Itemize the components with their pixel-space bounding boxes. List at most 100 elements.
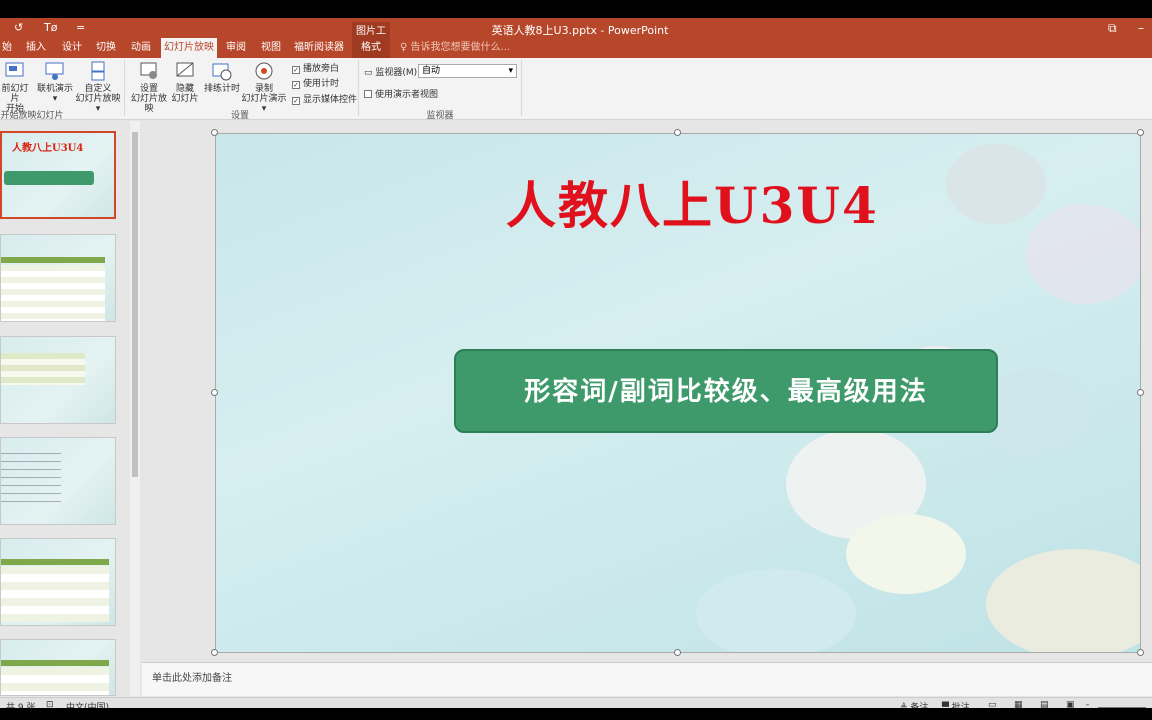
tab-format[interactable]: 格式: [352, 38, 390, 58]
minimize-icon[interactable]: –: [1138, 21, 1144, 35]
use-timings-label: 使用计时: [303, 79, 340, 89]
presenter-view-label: 使用演示者视图: [375, 90, 439, 100]
group-label-setup: 设置: [230, 111, 249, 121]
record-label-1: 录制: [254, 84, 273, 94]
thumb-table-body: [1, 265, 105, 321]
ribbon-separator: [358, 60, 359, 116]
tab-animations[interactable]: 动画: [127, 38, 155, 58]
custom-show-label-1: 自定义: [84, 84, 112, 94]
monitor-icon: ▭: [364, 68, 376, 78]
present-online-arrow: ▾: [52, 94, 58, 104]
set-up-slide-show-button[interactable]: 设置 幻灯片放映: [128, 60, 170, 114]
powerpoint-window: ↺ Tø = 图片工具 英语人教8上U3.pptx - PowerPoint ⧉…: [0, 0, 1152, 720]
slide-thumbnail-2[interactable]: [0, 234, 116, 322]
slide-subtitle-box[interactable]: 形容词/副词比较级、最高级用法: [454, 349, 998, 433]
document-title: 英语人教8上U3.pptx - PowerPoint: [491, 24, 669, 37]
hide-label-2: 幻灯片: [171, 94, 199, 104]
thumb-table-header: [1, 257, 105, 263]
resize-handle[interactable]: [211, 389, 218, 396]
group-label-start-show: 开始放映幻灯片: [0, 111, 64, 121]
tab-insert[interactable]: 插入: [22, 38, 50, 58]
resize-handle[interactable]: [1137, 649, 1144, 656]
tab-view[interactable]: 视图: [257, 38, 285, 58]
tab-design[interactable]: 设计: [58, 38, 86, 58]
use-timings-checkbox[interactable]: ✓ 使用计时: [292, 76, 339, 89]
slide-thumbnail-6[interactable]: [0, 639, 116, 696]
monitor-select[interactable]: 自动 ▾: [418, 64, 517, 78]
rehearse-label: 排练计时: [204, 84, 241, 94]
setup-label-2: 幻灯片放映: [130, 94, 167, 114]
show-media-controls-checkbox[interactable]: ✓ 显示媒体控件: [292, 92, 357, 105]
tab-slide-show[interactable]: 幻灯片放映: [161, 38, 217, 58]
resize-handle[interactable]: [674, 129, 681, 136]
from-current-label-1: 前幻灯片: [1, 84, 29, 104]
thumbnail-scrollbar-thumb[interactable]: [132, 132, 138, 477]
thumb-table-body: [1, 667, 109, 695]
custom-show-label-2: 幻灯片放映 ▾: [75, 94, 121, 114]
slide-thumbnail-4[interactable]: [0, 437, 116, 525]
slideshow-current-icon: [5, 62, 24, 77]
slide-thumbnail-5[interactable]: [0, 538, 116, 626]
title-bar: ↺ Tø = 图片工具 英语人教8上U3.pptx - PowerPoint ⧉…: [0, 0, 1152, 52]
thumb-title: 人教八上U3U4: [12, 143, 84, 154]
thumb-table-body: [1, 566, 109, 622]
play-narrations-checkbox[interactable]: ✓ 播放旁白: [292, 61, 339, 74]
screen-top-band: [0, 0, 1152, 18]
setup-show-icon: [140, 62, 157, 79]
resize-handle[interactable]: [211, 649, 218, 656]
notes-pane[interactable]: 单击此处添加备注: [142, 662, 1152, 696]
show-media-label: 显示媒体控件: [303, 95, 358, 105]
present-online-button[interactable]: 联机演示 ▾: [36, 60, 74, 104]
notes-placeholder: 单击此处添加备注: [152, 673, 232, 684]
screen-bottom-band: [0, 708, 1152, 720]
thumb-table-header: [1, 559, 109, 565]
monitor-label: ▭ 监视器(M):: [364, 65, 420, 78]
tab-foxit-reader[interactable]: 福昕阅读器: [293, 38, 345, 58]
hide-slide-button[interactable]: 隐藏 幻灯片: [171, 60, 199, 104]
resize-handle[interactable]: [211, 129, 218, 136]
resize-handle[interactable]: [1137, 129, 1144, 136]
slide-canvas[interactable]: 人教八上U3U4 形容词/副词比较级、最高级用法: [215, 133, 1141, 653]
customize-toolbar-button[interactable]: =: [76, 21, 85, 34]
custom-slide-show-button[interactable]: 自定义 幻灯片放映 ▾: [74, 60, 122, 114]
redo-icon[interactable]: ↺: [14, 21, 23, 34]
thumb-table: [1, 353, 85, 385]
ribbon: 前幻灯片 开始 联机演示 ▾ 自定义 幻灯片放映 ▾ 开始放映幻灯片 设置 幻灯…: [0, 58, 1152, 121]
chevron-down-icon: ▾: [508, 66, 513, 76]
play-narrations-label: 播放旁白: [303, 64, 340, 74]
thumb-table-header: [1, 660, 109, 666]
slide-title[interactable]: 人教八上U3U4: [506, 166, 879, 238]
rehearse-timings-button[interactable]: 排练计时: [204, 60, 240, 94]
hide-label-1: 隐藏: [175, 84, 194, 94]
from-current-slide-button[interactable]: 前幻灯片 开始: [0, 60, 30, 114]
lightbulb-icon: ♀: [400, 42, 411, 53]
presenter-view-checkbox[interactable]: 使用演示者视图: [364, 87, 438, 100]
monitor-value: 自动: [422, 66, 441, 76]
thumb-box: [4, 171, 94, 185]
checkbox-checked-icon: ✓: [292, 81, 300, 89]
record-slide-show-button[interactable]: 录制 幻灯片演示 ▾: [240, 60, 288, 114]
thumb-text-lines: [1, 446, 61, 506]
checkbox-checked-icon: ✓: [292, 66, 300, 74]
present-online-icon: [45, 62, 64, 80]
ribbon-display-icon[interactable]: ⧉: [1108, 21, 1117, 36]
slide-thumbnail-3[interactable]: [0, 336, 116, 424]
rehearse-timings-icon: [212, 63, 232, 81]
resize-handle[interactable]: [674, 649, 681, 656]
hide-slide-icon: [176, 62, 194, 77]
picture-tools-label: 图片工具: [352, 22, 390, 52]
custom-show-icon: [91, 61, 105, 81]
touch-mode-button[interactable]: Tø: [44, 21, 57, 34]
ribbon-separator: [124, 60, 125, 116]
checkbox-checked-icon: ✓: [292, 97, 300, 105]
record-icon: [255, 62, 273, 80]
tab-transitions[interactable]: 切换: [92, 38, 120, 58]
group-label-monitors: 监视器: [426, 111, 454, 121]
tab-home[interactable]: 始: [0, 38, 14, 58]
slide-thumbnail-1[interactable]: 人教八上U3U4: [0, 131, 116, 219]
checkbox-unchecked-icon: [364, 90, 372, 98]
resize-handle[interactable]: [1137, 389, 1144, 396]
tell-me-search[interactable]: ♀ 告诉我您想要做什么...: [400, 38, 510, 58]
tab-review[interactable]: 审阅: [222, 38, 250, 58]
setup-label-1: 设置: [139, 84, 158, 94]
